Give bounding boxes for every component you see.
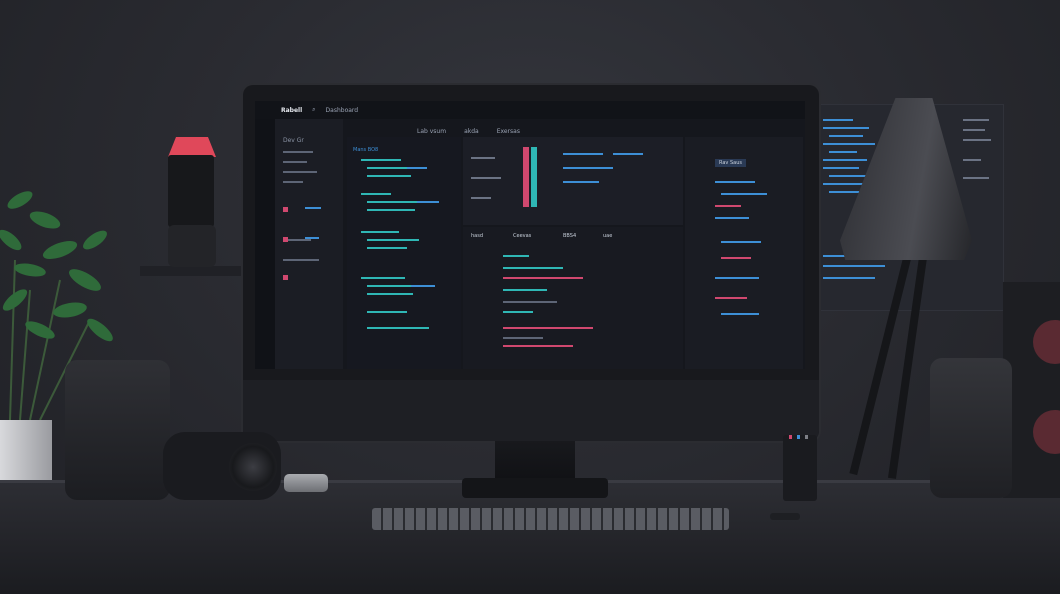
code-lines — [361, 159, 439, 329]
camera-lens — [229, 443, 277, 491]
monitor-stand-neck — [495, 441, 575, 483]
run-button[interactable]: Rav Saus — [715, 159, 746, 167]
pens — [789, 395, 808, 439]
monitor-stand-foot — [462, 478, 608, 498]
usb-stick — [770, 513, 800, 520]
menu-dashboard[interactable]: Dashboard — [326, 107, 359, 114]
search-icon[interactable]: ⌕ — [312, 106, 315, 114]
activity-sidebar — [255, 119, 275, 369]
window-title: Rabell — [281, 106, 303, 114]
monitor-chin — [243, 380, 819, 441]
desk-scene: Rabell ⌕ Dashboard Dev Gr Lab vsum akda … — [0, 0, 1060, 594]
left-speaker — [65, 360, 170, 500]
editor-heading: Mans BO8 — [353, 147, 379, 153]
tab-akda[interactable]: akda — [464, 128, 479, 135]
preview-graphics — [471, 147, 643, 207]
terminal-lines — [503, 255, 593, 347]
pane-title-uae: uae — [603, 233, 613, 239]
outline-pane: Rav Saus — [685, 137, 803, 369]
preview-pane — [463, 137, 683, 225]
editor-top-bar: Rabell ⌕ Dashboard — [255, 101, 805, 119]
shelf-lamp-base — [168, 225, 216, 267]
right-speaker — [930, 358, 1012, 498]
file-tree-items — [283, 151, 321, 280]
terminal-pane: hasd Ceevas BBS4 uae — [463, 227, 683, 369]
tab-exersas[interactable]: Exersas — [497, 128, 520, 135]
editor-tabs: Lab vsum akda Exersas — [347, 125, 805, 137]
pane-title-hasd: hasd — [471, 233, 484, 239]
monitor-screen: Rabell ⌕ Dashboard Dev Gr Lab vsum akda … — [255, 101, 805, 369]
file-explorer-panel: Dev Gr — [275, 119, 343, 369]
shelf-lamp — [168, 155, 214, 227]
tab-lab[interactable]: Lab vsum — [417, 128, 446, 135]
code-editor[interactable]: Mans BO8 — [347, 137, 461, 369]
sidebar-label: Dev Gr — [283, 137, 304, 144]
mouse — [284, 474, 328, 492]
pane-title-ceevas: Ceevas — [513, 233, 532, 239]
outline-lines — [715, 181, 767, 315]
keyboard — [372, 508, 729, 530]
pane-title-bbs4: BBS4 — [563, 233, 577, 239]
pen-holder — [783, 395, 817, 501]
wall-shelf — [140, 266, 244, 276]
